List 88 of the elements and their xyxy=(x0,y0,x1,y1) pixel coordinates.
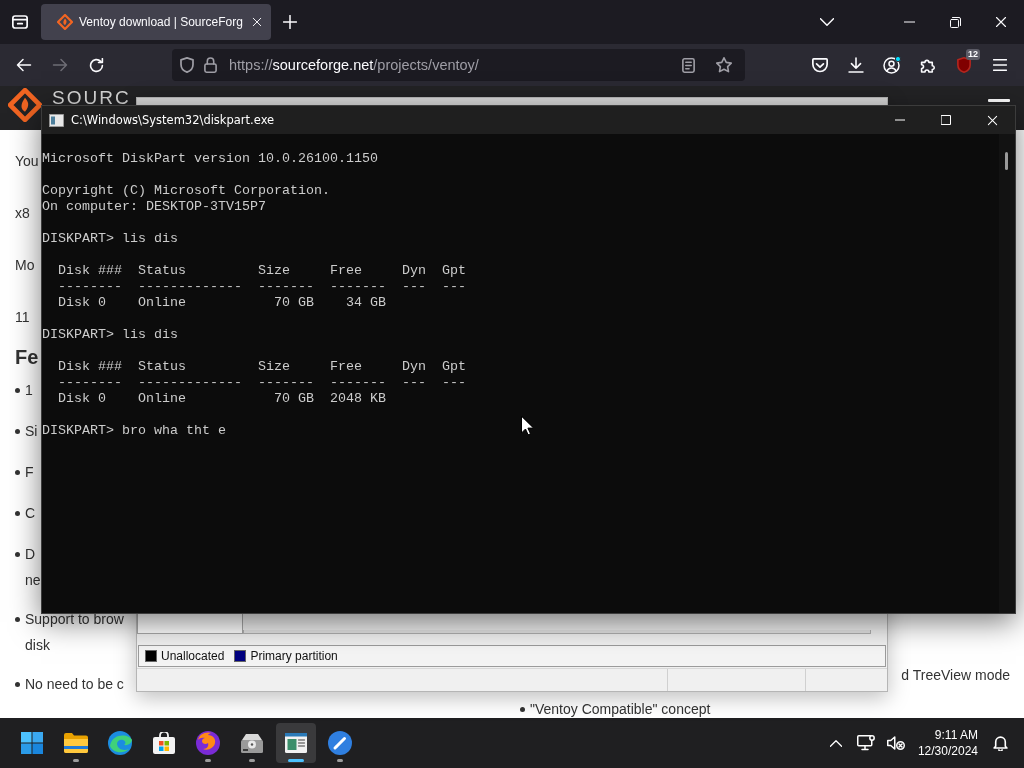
network-icon xyxy=(856,735,875,751)
bullet-icon xyxy=(15,617,20,622)
clock-button[interactable]: 9:11 AM 12/30/2024 xyxy=(911,723,984,763)
plus-icon xyxy=(282,15,297,29)
console-line: Microsoft DiskPart version 10.0.26100.1150 xyxy=(42,151,378,166)
account-icon xyxy=(883,56,901,74)
site-logo-text: SOURC xyxy=(52,90,131,105)
close-icon xyxy=(986,114,998,126)
swirl-icon xyxy=(108,731,132,755)
windows-icon xyxy=(21,732,43,754)
close-icon xyxy=(251,17,262,27)
drive-icon xyxy=(240,732,264,754)
console-line: DISKPART> lis dis xyxy=(42,231,178,246)
console-line: Disk 0 Online 70 GB 34 GB xyxy=(58,295,386,310)
minimize-icon xyxy=(895,119,905,121)
page-text: disk xyxy=(25,636,50,655)
bullet-icon xyxy=(15,429,20,434)
bullet-icon xyxy=(15,388,20,393)
console-line: Disk ### Status Size Free Dyn Gpt xyxy=(58,359,466,374)
scrollbar-thumb[interactable] xyxy=(1005,152,1008,170)
console-line: Disk ### Status Size Free Dyn Gpt xyxy=(58,263,466,278)
page-text: You xyxy=(15,152,39,171)
console-line: DISKPART> lis dis xyxy=(42,327,178,342)
console-line: -------- ------------- ------- ------- --- --- xyxy=(58,279,466,294)
blocker-extension-button[interactable]: 12 xyxy=(948,49,980,81)
mouse-pointer-icon xyxy=(521,416,533,435)
section-heading: Fe xyxy=(15,345,39,370)
taskbar-button[interactable] xyxy=(276,723,316,763)
folder-icon xyxy=(64,733,88,753)
page-text: Support to brow xyxy=(25,610,124,629)
console-line: DISKPART> bro wha tht e xyxy=(42,423,226,438)
console-icon xyxy=(49,113,64,127)
page-text: D xyxy=(25,545,36,564)
legend-label: Unallocated xyxy=(161,649,225,663)
page-text: C xyxy=(25,504,36,523)
notification-badge: 12 xyxy=(966,49,980,60)
window-icon xyxy=(285,733,307,753)
address-field[interactable]: https://sourceforge.net/projects/ventoy/ xyxy=(172,49,745,81)
console-line: Copyright (C) Microsoft Corporation. xyxy=(42,183,330,198)
bell-icon xyxy=(992,735,1008,751)
bullet-icon xyxy=(15,682,20,687)
page-text: Mo xyxy=(15,256,35,275)
minimize-icon xyxy=(903,21,915,23)
save-icon xyxy=(812,57,828,73)
flame-globe-icon xyxy=(196,731,220,755)
shield-icon xyxy=(957,57,971,73)
page-text: ne xyxy=(25,571,41,590)
page-text: x8 xyxy=(15,204,30,223)
page-text: "Ventoy Compatible" concept xyxy=(530,701,711,718)
legend-label: Primary partition xyxy=(250,649,338,663)
chevron-up-icon xyxy=(829,739,842,747)
download-icon xyxy=(848,57,864,73)
page-text: d TreeView mode xyxy=(901,666,1010,685)
maximize-icon xyxy=(941,115,951,125)
console-line: Disk 0 Online 70 GB 2048 KB xyxy=(58,391,386,406)
window-title: C:\Windows\System32\diskpart.exe xyxy=(71,113,275,127)
back-arrow-icon xyxy=(16,58,32,72)
puzzle-icon xyxy=(920,57,936,73)
shield-icon xyxy=(180,57,194,73)
forward-arrow-icon xyxy=(52,58,68,72)
page-text: 11 xyxy=(15,308,30,327)
page-text: F xyxy=(25,463,34,482)
star-icon xyxy=(716,57,732,73)
diamond-logo-icon xyxy=(57,14,73,30)
chevron-down-icon xyxy=(820,18,834,26)
bullet-icon xyxy=(15,511,20,516)
console-line: On computer: DESKTOP-3TV15P7 xyxy=(42,199,266,214)
page-text: 1 xyxy=(25,381,33,400)
lock-icon xyxy=(204,57,217,73)
menu-icon xyxy=(993,59,1007,71)
page-text: Si xyxy=(25,422,38,441)
reader-view-icon xyxy=(681,57,695,73)
bullet-icon xyxy=(15,470,20,475)
bullet-icon xyxy=(15,552,20,557)
page-text: No need to be c xyxy=(25,675,124,694)
shopping-bag-icon xyxy=(153,732,175,754)
reload-icon xyxy=(88,57,104,73)
muted-speaker-icon xyxy=(886,736,905,750)
console-line: -------- ------------- ------- ------- --- --- xyxy=(58,375,466,390)
pen-circle-icon xyxy=(328,731,352,755)
restore-icon xyxy=(949,16,961,28)
tab-list-icon xyxy=(12,15,28,29)
horizontal-scrollbar[interactable] xyxy=(243,630,871,634)
browser-tab[interactable]: Ventoy download | SourceForg xyxy=(41,4,271,40)
bullet-icon xyxy=(520,707,525,712)
diamond-logo-icon xyxy=(8,88,42,122)
partition-block[interactable] xyxy=(137,612,243,634)
close-icon xyxy=(995,16,1007,28)
